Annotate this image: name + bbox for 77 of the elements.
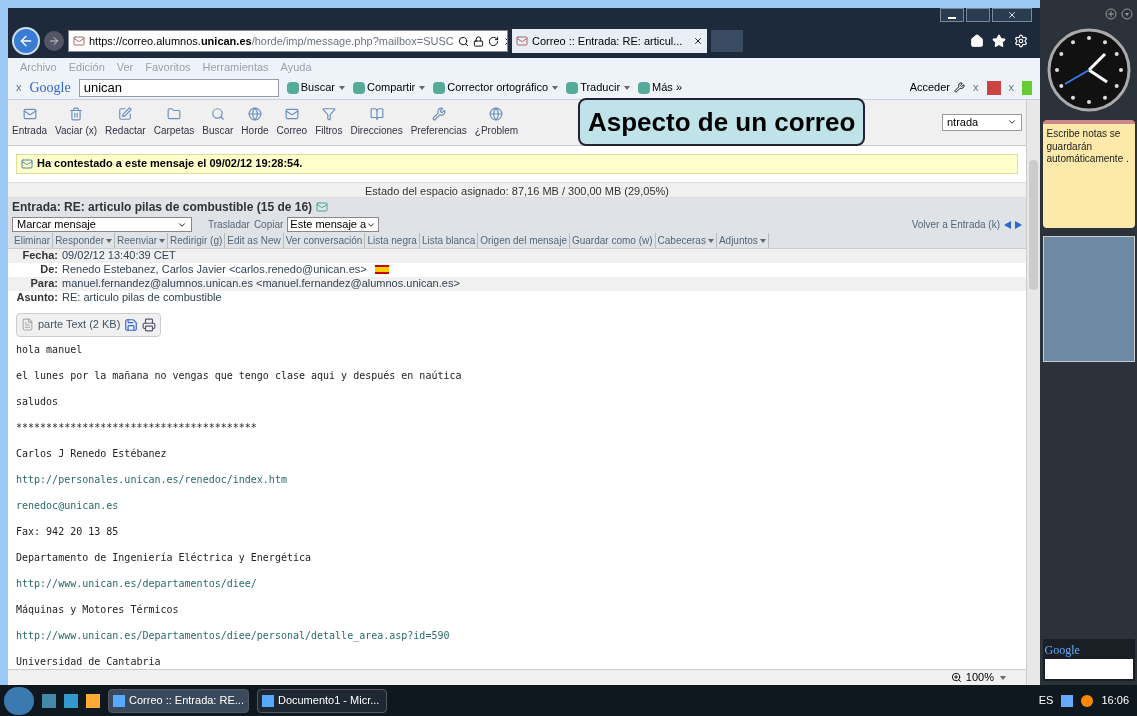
body-text: Departamento de Ingeniería Eléctrica y Energética (16, 551, 312, 565)
close-button[interactable]: x (1008, 79, 1014, 96)
body-text: Máquinas y Motores Térmicos (16, 603, 180, 617)
toolbar-button[interactable]: Vaciar (x) (55, 106, 98, 138)
body-link[interactable]: renedoc@unican.es (16, 498, 1018, 513)
copy-link[interactable]: Copiar (253, 217, 284, 233)
header-value: Renedo Estebanez, Carlos Javier <carlos.renedo@unican.es> (62, 262, 367, 278)
folder-select[interactable]: ntrada (942, 113, 1022, 131)
header-value: 09/02/12 13:40:39 CET (62, 248, 176, 264)
header-label: Para: (29, 276, 58, 292)
quota-bar: Estado del espacio asignado: 87,16 MB / 300,00 MB (29,05%) (8, 181, 1026, 198)
part-label[interactable]: parte Text (2 KB) (38, 316, 121, 333)
note-text: Escribe notas se guardarán automáticamente . (1046, 128, 1129, 164)
toolbar-button[interactable]: Entrada (12, 106, 48, 138)
callout-label: Aspecto de un correo (578, 98, 866, 146)
header-label: De: (39, 262, 58, 278)
action-link[interactable]: Cabeceras (655, 233, 717, 248)
action-link[interactable]: Responder (53, 233, 116, 248)
search-field[interactable]: unican (78, 78, 279, 97)
message-title: Entrada: RE: articulo pilas de combustible (15 de 16) (12, 198, 313, 216)
toolbar-button[interactable]: Más » (638, 79, 683, 96)
google-logo: Google (29, 79, 71, 97)
action-link[interactable]: Lista blanca (419, 233, 479, 248)
back-link[interactable]: Volver a Entrada (k) (911, 217, 1000, 233)
header-value: RE: articulo pilas de combustible (62, 290, 222, 306)
toolbar-button[interactable]: ¿Problem (474, 106, 519, 138)
toolbar-button[interactable]: Redactar (105, 106, 146, 138)
language-indicator[interactable]: ES (1038, 692, 1054, 709)
body-link[interactable]: http://www.unican.es/Departamentos/diee/personal/detalle_area.asp?id=590 (16, 628, 1018, 643)
body-link[interactable]: http://personales.unican.es/renedoc/index.htm (16, 472, 1018, 487)
address-field[interactable]: https://correo.alumnos.unican.es/horde/imp/message.php?mailbox=SUSC (68, 30, 508, 52)
signin-button[interactable]: Acceder (909, 79, 965, 96)
toolbar-button[interactable]: Traducir (566, 79, 631, 96)
action-link[interactable]: Origen del mensaje (478, 233, 570, 248)
body-text: Fax: 942 20 13 85 (16, 525, 120, 539)
action-link[interactable]: Ver conversación (283, 233, 366, 248)
action-link[interactable]: Reenviar (115, 233, 169, 248)
toolbar-button[interactable]: Correo (276, 106, 308, 138)
action-link[interactable]: Guardar como (w) (569, 233, 656, 248)
close-toolbar-button[interactable]: x (16, 79, 22, 96)
address-text: https://correo.alumnos.unican.es/horde/imp/message.php?mailbox=SUSC (89, 33, 454, 49)
toolbar-button[interactable]: Horde (241, 106, 269, 138)
clock-time[interactable]: 16:06 (1101, 692, 1133, 709)
header-label: Asunto: (15, 290, 58, 306)
zoom-level[interactable]: 100% (965, 669, 994, 686)
toolbar-button[interactable]: Compartir (352, 79, 426, 96)
browser-tab[interactable]: Correo :: Entrada: RE: articul... (512, 29, 707, 53)
taskbar-button[interactable]: Documento1 - Micr... (256, 688, 387, 713)
body-text: saludos (16, 395, 60, 409)
body-link[interactable]: http://www.unican.es/departamentos/diee/ (16, 576, 1018, 591)
action-link[interactable]: Edit as New (225, 233, 284, 248)
sticky-note[interactable]: Escribe notas se guardarán automáticamente . (1042, 120, 1135, 228)
toolbar-button[interactable]: Filtros (315, 106, 343, 138)
mark-select[interactable]: Marcar mensaje (12, 217, 192, 233)
taskbar-button[interactable]: Correo :: Entrada: RE... (108, 688, 249, 713)
toolbar-button[interactable]: Buscar (286, 79, 345, 96)
toolbar-button[interactable]: Carpetas (153, 106, 195, 138)
action-link[interactable]: Eliminar (12, 233, 54, 248)
move-link[interactable]: Trasladar (208, 217, 250, 233)
body-text: Universidad de Cantabria (16, 655, 162, 669)
google-logo: Google (1044, 642, 1081, 659)
toolbar-button[interactable]: Preferencias (410, 106, 467, 138)
toolbar-button[interactable]: Corrector ortográfico (433, 79, 559, 96)
toolbar-button[interactable]: Buscar (202, 106, 234, 138)
header-label: Fecha: (21, 248, 58, 264)
body-text: hola manuel (16, 343, 84, 357)
action-link[interactable]: Lista negra (365, 233, 420, 248)
body-text: el lunes por la mañana no vengas que tengo clase aqui y después en naútica (16, 369, 463, 383)
notice-text: Ha contestado a este mensaje el 09/02/12 19:28:54. (37, 156, 303, 172)
body-text: Carlos J Renedo Estébanez (16, 447, 168, 461)
action-link[interactable]: Adjuntos (716, 233, 769, 248)
toolbar-button[interactable]: Direcciones (350, 106, 403, 138)
action-link[interactable]: Redirigir (g) (168, 233, 226, 248)
body-text: **************************************** (16, 421, 258, 435)
close-button[interactable]: x (973, 79, 979, 96)
target-select[interactable]: Este mensaje a (287, 217, 380, 233)
header-value: manuel.fernandez@alumnos.unican.es <manuel.fernandez@alumnos.unican.es> (62, 276, 460, 292)
